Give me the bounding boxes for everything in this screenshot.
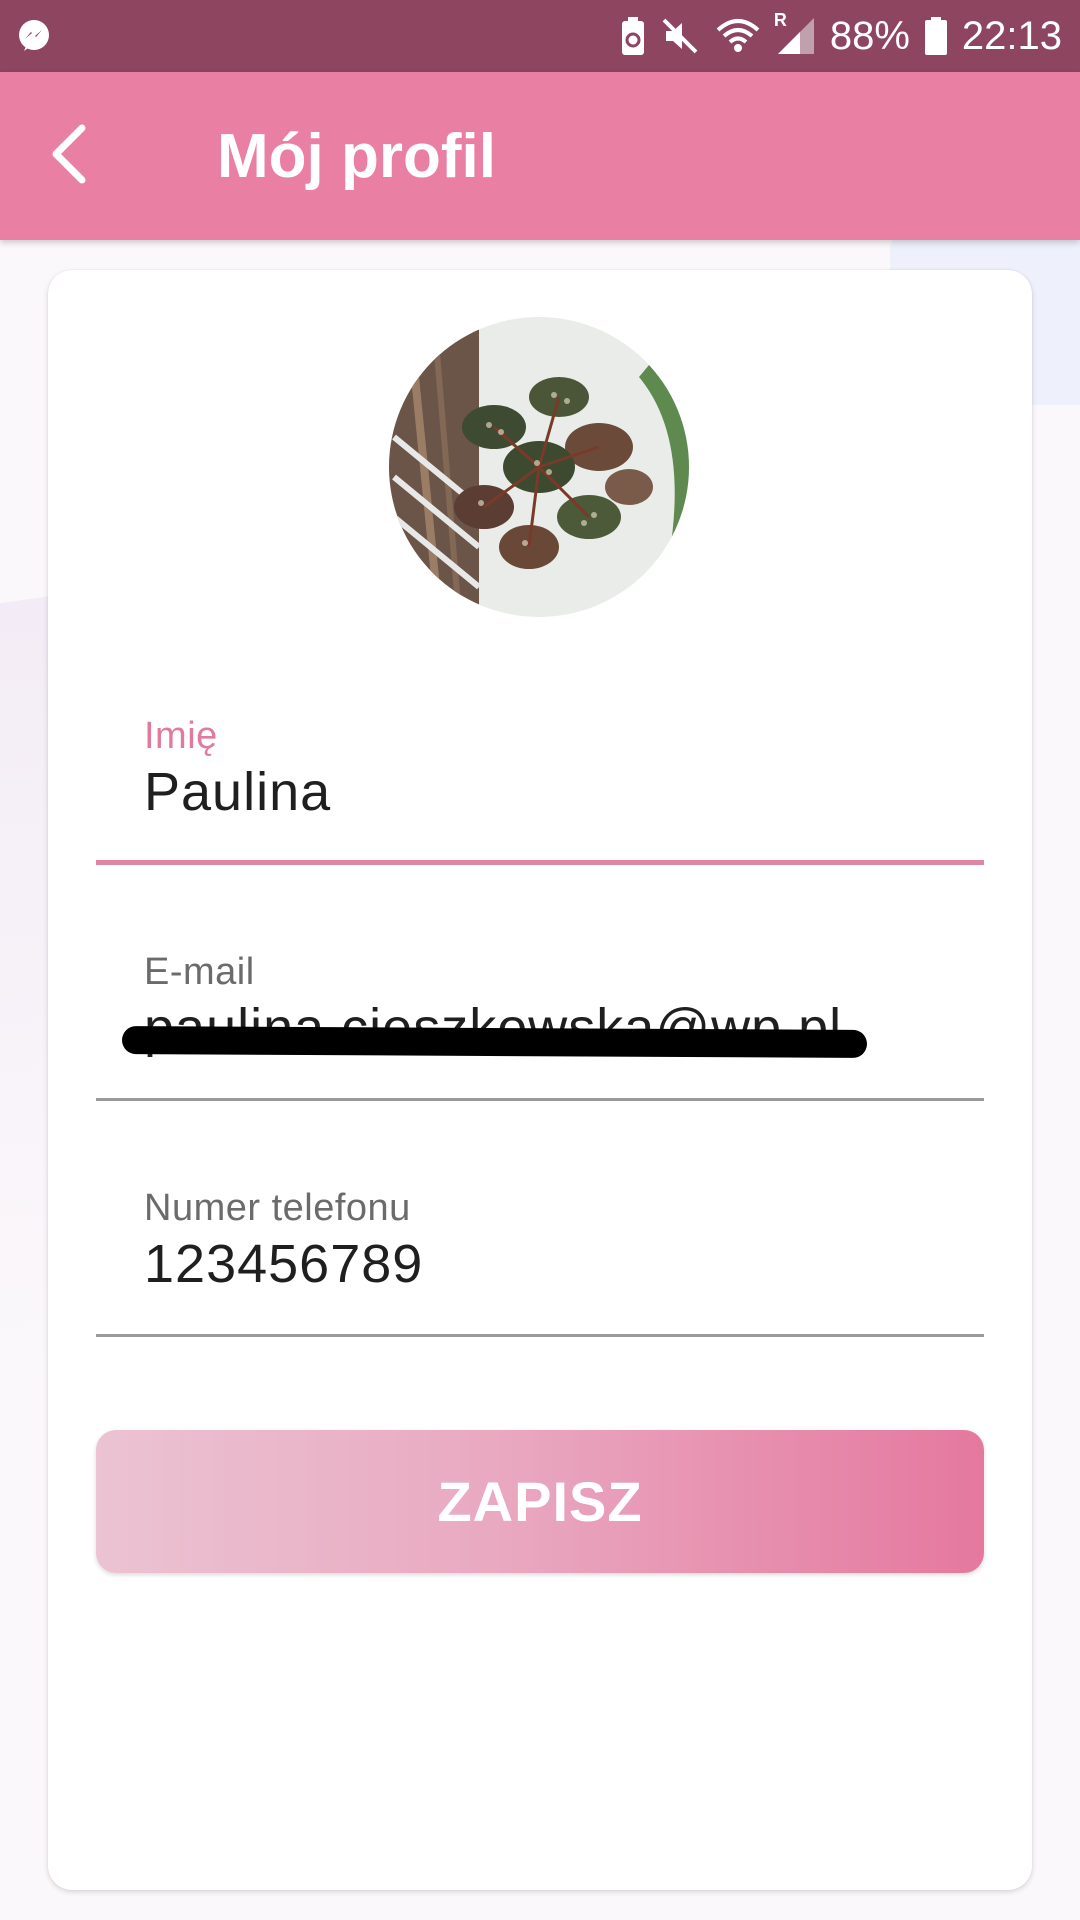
phone-input[interactable] (144, 1233, 944, 1295)
redaction-mark (121, 1026, 868, 1058)
chevron-left-icon (48, 122, 92, 191)
battery-percent: 88% (829, 13, 910, 58)
roaming-indicator: R (773, 10, 787, 30)
app-bar: Mój profil (0, 72, 1080, 240)
phone-underline (96, 1334, 984, 1337)
avatar[interactable] (389, 317, 689, 617)
name-input[interactable] (144, 761, 944, 823)
phone-label: Numer telefonu (144, 1187, 411, 1229)
plant-photo-image (389, 317, 689, 617)
back-button[interactable] (0, 72, 140, 240)
name-underline (96, 860, 984, 865)
save-button-label: ZAPISZ (437, 1470, 643, 1533)
mute-icon (660, 16, 700, 56)
name-label: Imię (144, 715, 218, 757)
profile-screen: R 88% 22:13 Mój profil Imię Paulina E-ma… (0, 0, 1080, 1920)
save-button[interactable]: ZAPISZ (96, 1430, 984, 1573)
messenger-icon (16, 18, 52, 54)
profile-card: Imię E-mail Numer telefonu ZAPISZ (48, 270, 1032, 1890)
battery-icon (924, 16, 948, 56)
signal-icon: R (774, 10, 816, 56)
wifi-icon (714, 16, 762, 56)
email-underline (96, 1098, 984, 1101)
name-field[interactable]: Imię (96, 715, 984, 865)
email-label: E-mail (144, 951, 255, 993)
phone-field[interactable]: Numer telefonu (96, 1187, 984, 1337)
status-bar: R 88% 22:13 (0, 0, 1080, 72)
page-title: Mój profil (217, 121, 496, 191)
clock: 22:13 (961, 13, 1062, 58)
battery-saver-icon (620, 16, 646, 56)
